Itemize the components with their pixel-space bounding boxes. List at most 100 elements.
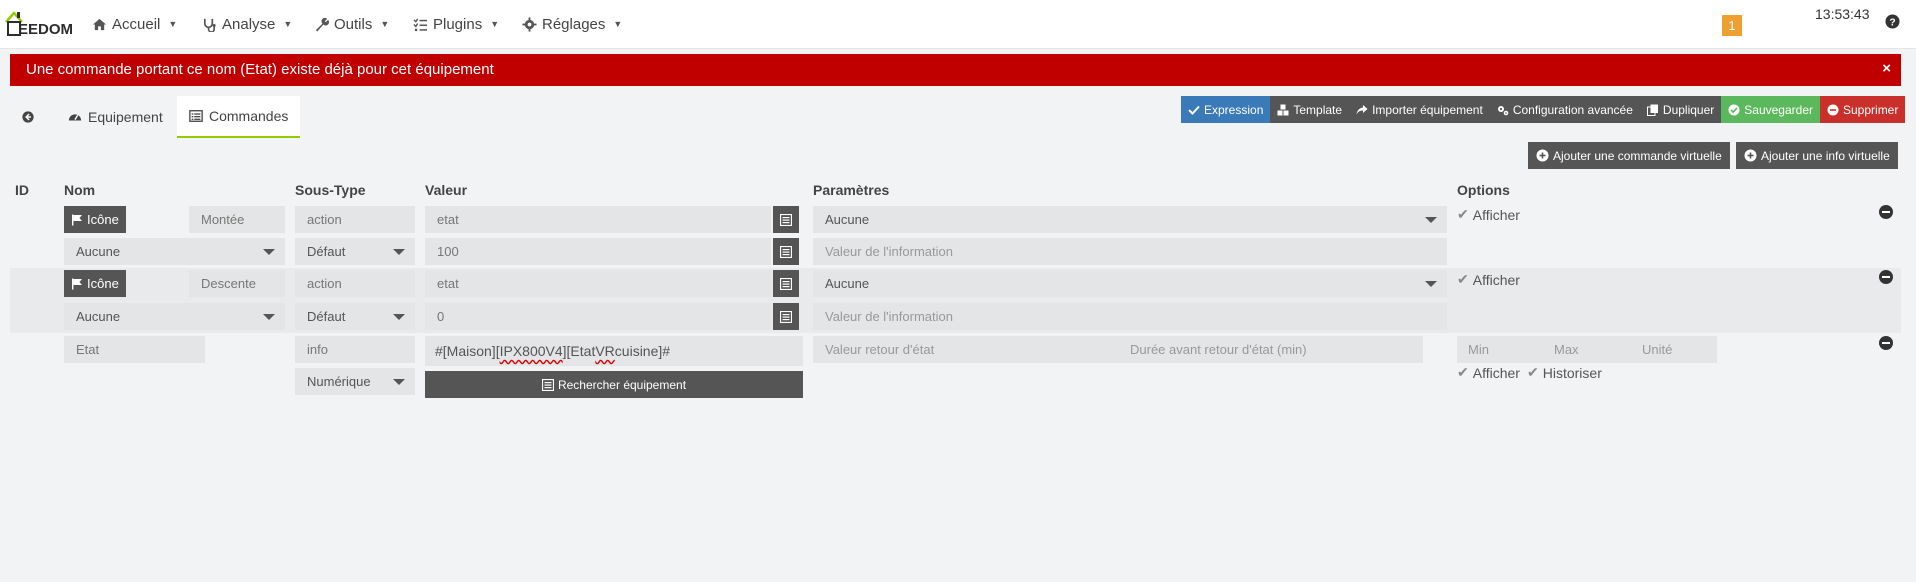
afficher-label: Afficher	[1472, 206, 1520, 223]
nav-accueil[interactable]: Accueil ▼	[92, 14, 177, 34]
max-input[interactable]: Max	[1554, 336, 1579, 363]
afficher-label: Afficher	[1472, 364, 1520, 381]
alert-close-button[interactable]: ×	[1882, 60, 1891, 77]
notification-badge[interactable]: 1	[1722, 15, 1742, 36]
subtype-select[interactable]: Défaut	[295, 303, 415, 330]
caret-down-icon: ▼	[490, 19, 500, 29]
import-equipment-button[interactable]: Importer équipement	[1349, 96, 1490, 123]
nav-analyse-label: Analyse	[222, 15, 276, 33]
clock: 13:53:43	[1815, 6, 1870, 22]
caret-down-icon: ▼	[283, 19, 293, 29]
command-name-input[interactable]: Montée	[189, 206, 285, 233]
check-icon: ✔	[1457, 206, 1469, 222]
parameter-select[interactable]: Aucune	[813, 270, 1447, 297]
tab-equipement-label: Equipement	[88, 109, 163, 125]
question-circle-icon[interactable]: ?	[1885, 14, 1900, 29]
template-button-label: Template	[1293, 102, 1343, 117]
config-select-value: Aucune	[76, 244, 121, 259]
icon-picker-label: Icône	[87, 212, 119, 227]
cogs-icon	[1497, 105, 1509, 115]
chevron-down-icon	[393, 249, 405, 255]
icon-picker-button[interactable]: Icône	[64, 270, 126, 297]
min-input[interactable]: Min	[1468, 336, 1489, 363]
command-value2-input[interactable]: 100	[425, 238, 771, 265]
info-type-field[interactable]: info	[295, 336, 415, 363]
tab-commandes-label: Commandes	[209, 108, 289, 124]
save-button[interactable]: Sauvegarder	[1721, 96, 1820, 123]
nav-analyse[interactable]: Analyse ▼	[202, 14, 292, 34]
logo-text: EEDOM	[18, 21, 74, 38]
value-list-button[interactable]	[773, 206, 799, 233]
unit-input[interactable]: Unité	[1642, 336, 1672, 363]
icon-picker-label: Icône	[87, 276, 119, 291]
list-icon	[541, 378, 554, 391]
info-name-input[interactable]: Etat	[64, 336, 205, 363]
info-value-part: cuisine]#	[614, 343, 671, 359]
return-state-input[interactable]: Valeur retour d'état	[813, 336, 1118, 363]
search-equipment-button[interactable]: Rechercher équipement	[425, 371, 803, 398]
command-value2-input[interactable]: 0	[425, 303, 771, 330]
info-value-input[interactable]: Valeur de l'information	[813, 238, 1447, 265]
tab-equipement[interactable]: Equipement	[56, 96, 175, 138]
add-virtual-info-button[interactable]: Ajouter une info virtuelle	[1736, 142, 1898, 169]
min-max-unit-group	[1457, 336, 1717, 363]
chevron-down-icon	[1425, 281, 1437, 287]
afficher-checkbox[interactable]: ✔ Afficher	[1457, 364, 1520, 381]
command-name-input[interactable]: Descente	[189, 270, 285, 297]
nav-reglages[interactable]: Réglages ▼	[522, 14, 622, 34]
share-icon	[1356, 104, 1368, 114]
value-list-button[interactable]	[773, 270, 799, 297]
chevron-down-icon	[393, 314, 405, 320]
value2-list-button[interactable]	[773, 238, 799, 265]
chevron-down-icon	[263, 314, 275, 320]
icon-picker-button[interactable]: Icône	[64, 206, 126, 233]
info-value-input[interactable]: Valeur de l'information	[813, 303, 1447, 330]
jeedom-logo[interactable]: EEDOM	[4, 8, 76, 42]
gear-icon	[522, 16, 537, 32]
command-type-field[interactable]: action	[295, 206, 415, 233]
afficher-checkbox[interactable]: ✔ Afficher	[1457, 271, 1520, 288]
remove-command-icon[interactable]	[1879, 270, 1893, 284]
tasks-icon	[413, 17, 428, 31]
info-value-part: IPX800V4	[499, 343, 563, 359]
duplicate-button[interactable]: Dupliquer	[1639, 96, 1722, 123]
column-header-valeur: Valeur	[425, 182, 468, 198]
return-delay-input[interactable]: Durée avant retour d'état (min)	[1118, 336, 1423, 363]
config-select[interactable]: Aucune	[64, 303, 285, 330]
tab-back[interactable]	[10, 96, 46, 138]
back-arrow-icon	[22, 111, 34, 123]
tab-commandes[interactable]: Commandes	[177, 96, 301, 138]
plus-circle-icon	[1536, 149, 1549, 162]
nav-outils[interactable]: Outils ▼	[314, 14, 389, 34]
parameter-select[interactable]: Aucune	[813, 206, 1447, 233]
nav-plugins-label: Plugins	[433, 15, 483, 33]
nav-outils-label: Outils	[334, 15, 373, 33]
value2-list-button[interactable]	[773, 303, 799, 330]
remove-command-icon[interactable]	[1879, 336, 1893, 350]
tachometer-icon	[68, 114, 82, 121]
chevron-down-icon	[1425, 217, 1437, 223]
command-value-input[interactable]: etat	[425, 206, 771, 233]
config-select-value: Aucune	[76, 309, 121, 324]
historiser-checkbox[interactable]: ✔ Historiser	[1527, 364, 1602, 381]
column-header-sous-type: Sous-Type	[295, 182, 366, 198]
remove-command-icon[interactable]	[1879, 205, 1893, 219]
add-virtual-info-label: Ajouter une info virtuelle	[1761, 148, 1890, 163]
delete-button[interactable]: Supprimer	[1820, 96, 1906, 123]
duplicate-button-label: Dupliquer	[1662, 102, 1715, 117]
add-virtual-command-button[interactable]: Ajouter une commande virtuelle	[1528, 142, 1730, 169]
advanced-config-button[interactable]: Configuration avancée	[1489, 96, 1640, 123]
nav-plugins[interactable]: Plugins ▼	[413, 14, 499, 34]
command-type-field[interactable]: action	[295, 270, 415, 297]
copy-icon	[1646, 104, 1658, 116]
info-subtype-select[interactable]: Numérique	[295, 368, 415, 395]
flag-icon	[72, 278, 82, 289]
info-value-textarea[interactable]: #[Maison][IPX800V4][Etat VR cuisine]#	[425, 336, 803, 366]
afficher-checkbox[interactable]: ✔ Afficher	[1457, 206, 1520, 223]
config-select[interactable]: Aucune	[64, 238, 285, 265]
afficher-label: Afficher	[1472, 271, 1520, 288]
expression-button[interactable]: Expression	[1181, 96, 1271, 123]
subtype-select[interactable]: Défaut	[295, 238, 415, 265]
template-button[interactable]: Template	[1270, 96, 1350, 123]
command-value-input[interactable]: etat	[425, 270, 771, 297]
